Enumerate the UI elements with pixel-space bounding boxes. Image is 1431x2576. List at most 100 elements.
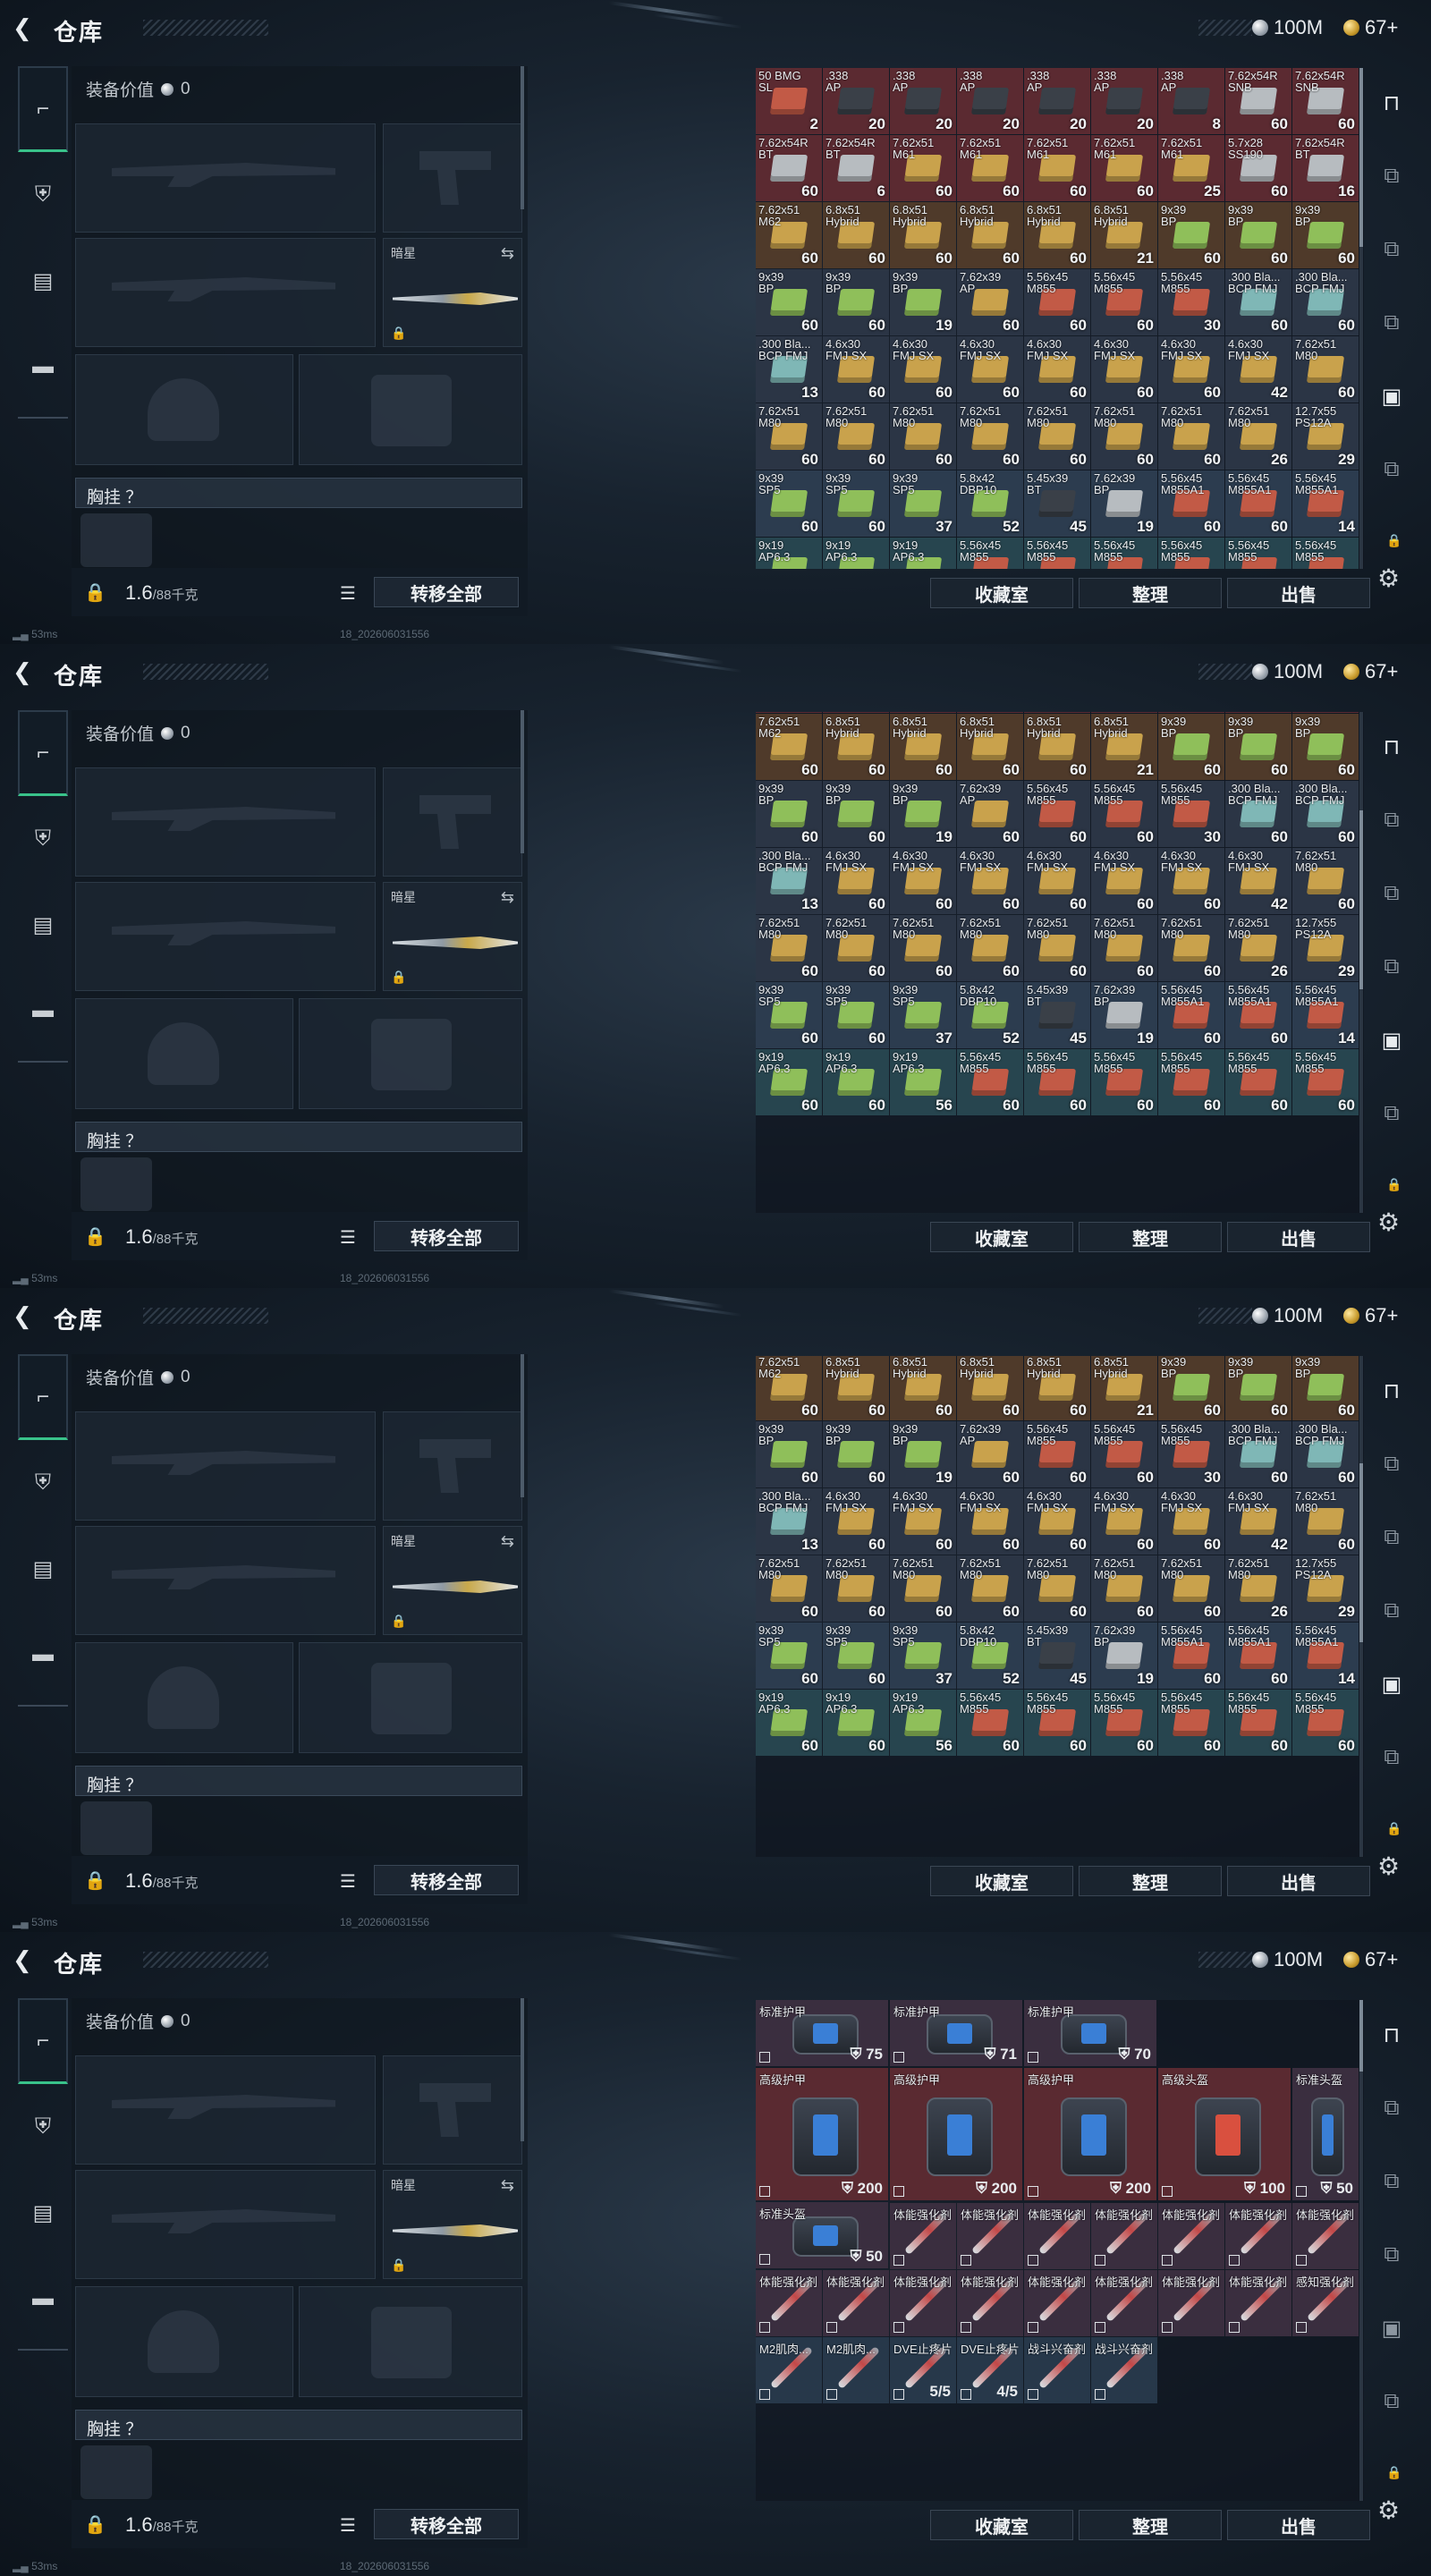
ammo-item[interactable]: 9x39 SP5 60 — [756, 470, 822, 537]
ammo-item[interactable]: 7.62x51 M80 60 — [890, 403, 956, 470]
ammo-item[interactable]: 7.62x39 BP 19 — [1091, 470, 1157, 537]
ammo-item[interactable]: 6.8x51 Hybrid 60 — [1024, 202, 1090, 268]
gold-currency[interactable]: 67+ — [1343, 658, 1398, 685]
ammo-item[interactable]: 4.6x30 FMJ SX 60 — [823, 848, 889, 914]
ammo-item[interactable]: 5.45x39 BT 45 — [1024, 1623, 1090, 1689]
ammo-item[interactable]: 7.62x51 M6160 — [1024, 135, 1090, 201]
ammo-item[interactable]: 5.8x42 DBP10 52 — [957, 982, 1023, 1048]
ammo-item[interactable]: 5.56x45 M855A1 14 — [1292, 470, 1359, 537]
consumable-item[interactable]: DVE止疼片 5/5 — [890, 2337, 956, 2403]
armor-category-icon[interactable]: ⛨ — [18, 152, 68, 238]
primary-weapon-slot[interactable] — [75, 2055, 376, 2165]
scroll-thumb[interactable] — [1359, 1463, 1363, 1642]
ammo-item[interactable]: .338 AP 8 — [1158, 68, 1224, 134]
sidearm-slot[interactable] — [383, 2055, 522, 2165]
ammo-item[interactable]: 4.6x30 FMJ SX 60 — [1024, 848, 1090, 914]
ammo-item[interactable]: 5.56x45 M855 60 — [957, 1049, 1023, 1115]
consumable-item[interactable]: 战斗兴奋剂 — [1024, 2337, 1090, 2403]
ammo-item[interactable]: 5.56x45 M855 30 — [1158, 1421, 1224, 1487]
ammo-item[interactable]: 7.62x51 M80 60 — [1158, 403, 1224, 470]
ammo-item[interactable]: 7.62x54R BT 16 — [1292, 135, 1359, 201]
ammo-item[interactable]: 9x39 SP5 60 — [756, 1623, 822, 1689]
storage-scrollbar[interactable] — [1359, 2000, 1363, 2501]
consumable-item[interactable]: 体能强化剂 — [1158, 2203, 1224, 2269]
sell-button[interactable]: 出售 — [1227, 578, 1370, 608]
case-category-icon[interactable]: ▬ — [18, 1612, 68, 1698]
ammo-item[interactable]: 9x39 SP5 37 — [890, 1623, 956, 1689]
ammo-item[interactable]: 7.62x51 M6160 — [1091, 135, 1157, 201]
consumable-item[interactable]: 战斗兴奋剂 — [1091, 2337, 1157, 2403]
lock-icon[interactable]: 🔒 — [84, 581, 106, 603]
ammo-item[interactable]: 7.62x51 M80 60 — [957, 403, 1023, 470]
armor-category-icon[interactable]: ⛨ — [18, 2084, 68, 2170]
ammo-item[interactable]: 7.62x51 M80 60 — [957, 1555, 1023, 1622]
storage-2-icon[interactable]: ⧉ — [1376, 1522, 1408, 1553]
ammo-item[interactable]: 4.6x30 FMJ SX 60 — [823, 336, 889, 402]
backpack-category-icon[interactable]: ▤ — [18, 1526, 68, 1612]
secondary-weapon-slot[interactable] — [75, 238, 376, 347]
ammo-item[interactable]: 9x19 AP6.3 56 — [890, 1690, 956, 1756]
ammo-item[interactable]: .300 Bla... BCP FMJ 60 — [1225, 1421, 1291, 1487]
ammo-item[interactable]: 9x39 BP 19 — [890, 269, 956, 335]
ammo-item[interactable]: .338 AP 20 — [823, 68, 889, 134]
settings-gear-icon[interactable]: ⚙ — [1377, 2496, 1400, 2525]
secondary-weapon-slot[interactable] — [75, 2170, 376, 2279]
ammo-item[interactable]: 5.7x28 SS19060 — [1225, 712, 1291, 713]
armor-category-icon[interactable]: ⛨ — [18, 796, 68, 882]
ammo-item[interactable]: 6.8x51 Hybrid 60 — [823, 202, 889, 268]
ammo-item[interactable]: 5.56x45 M855 30 — [1158, 269, 1224, 335]
ammo-item[interactable]: 7.62x51 M80 60 — [890, 1555, 956, 1622]
storage-1-icon[interactable]: ⧉ — [1376, 1449, 1408, 1479]
ammo-item[interactable]: 5.56x45 M855 60 — [1091, 781, 1157, 847]
storage-scrollbar[interactable] — [1359, 712, 1363, 1213]
ammo-item[interactable]: 6.8x51 Hybrid 60 — [957, 714, 1023, 780]
armor-slot[interactable] — [299, 2286, 522, 2397]
ammo-item[interactable]: 9x19 AP6.360 — [823, 538, 889, 569]
gear-item[interactable]: 标准护甲 ⛨ 75 — [756, 2000, 888, 2066]
gear-item[interactable]: 标准护甲 ⛨ 70 — [1024, 2000, 1156, 2066]
primary-weapon-slot[interactable] — [75, 123, 376, 233]
ammo-item[interactable]: 4.6x30 FMJ SX 60 — [1091, 336, 1157, 402]
sell-button[interactable]: 出售 — [1227, 1222, 1370, 1252]
secondary-weapon-slot[interactable] — [75, 882, 376, 991]
helmet-slot[interactable] — [75, 1642, 293, 1753]
ammo-item[interactable]: 5.56x45 M855 60 — [1024, 1049, 1090, 1115]
ammo-item[interactable]: 7.62x51 M6160 — [890, 712, 956, 713]
consumable-item[interactable]: 体能强化剂 — [1024, 2270, 1090, 2336]
ammo-item[interactable]: 6.8x51 Hybrid 60 — [957, 202, 1023, 268]
case-category-icon[interactable]: ▬ — [18, 968, 68, 1054]
equipment-scrollbar[interactable] — [521, 710, 524, 853]
ammo-item[interactable]: 9x39 BP 60 — [756, 781, 822, 847]
ammo-item[interactable]: .300 Bla... BCP FMJ 13 — [756, 848, 822, 914]
transfer-all-button[interactable]: 转移全部 — [374, 1221, 519, 1251]
ammo-item[interactable]: 7.62x39 BP 19 — [1091, 982, 1157, 1048]
ammo-item[interactable]: 7.62x51 M80 26 — [1225, 403, 1291, 470]
sort-button[interactable]: 整理 — [1079, 1222, 1222, 1252]
storage-scrollbar[interactable] — [1359, 1356, 1363, 1857]
ammo-item[interactable]: 6.8x51 Hybrid 60 — [890, 202, 956, 268]
ammo-item[interactable]: .300 Bla... BCP FMJ 60 — [1225, 781, 1291, 847]
storage-3-icon[interactable]: ⧉ — [1376, 1596, 1408, 1626]
ammo-item[interactable]: 9x39 BP 60 — [756, 1421, 822, 1487]
ammo-item[interactable]: 5.56x45 M855A1 60 — [1158, 470, 1224, 537]
ammo-item[interactable]: 7.62x51 M80 60 — [1292, 336, 1359, 402]
ammo-item[interactable]: 5.56x45 M855 60 — [1225, 1049, 1291, 1115]
collection-button[interactable]: 收藏室 — [930, 578, 1073, 608]
ammo-item[interactable]: 4.6x30 FMJ SX 60 — [823, 1488, 889, 1555]
ammo-item[interactable]: 5.56x45 M855A1 60 — [1225, 1623, 1291, 1689]
ammo-item[interactable]: 5.8x42 DBP10 52 — [957, 1623, 1023, 1689]
ammo-item[interactable]: 5.56x45 M855 60 — [1091, 1690, 1157, 1756]
gold-currency[interactable]: 67+ — [1343, 14, 1398, 41]
consumable-item[interactable]: 体能强化剂 — [1292, 2203, 1359, 2269]
consumable-item[interactable]: 体能强化剂 — [1225, 2203, 1291, 2269]
collection-button[interactable]: 收藏室 — [930, 2510, 1073, 2540]
settings-gear-icon[interactable]: ⚙ — [1377, 564, 1400, 593]
ammo-item[interactable]: 7.62x51 M80 60 — [823, 403, 889, 470]
storage-1-icon[interactable]: ⧉ — [1376, 161, 1408, 191]
gear-item[interactable]: 标准护甲 ⛨ 71 — [890, 2000, 1022, 2066]
equipment-scrollbar[interactable] — [521, 66, 524, 209]
ammo-item[interactable]: 7.62x51 M80 60 — [1091, 403, 1157, 470]
storage-4-icon[interactable]: ▣ — [1376, 1669, 1408, 1699]
transfer-all-button[interactable]: 转移全部 — [374, 577, 519, 607]
consumable-item[interactable]: DVE止疼片 4/5 — [957, 2337, 1023, 2403]
